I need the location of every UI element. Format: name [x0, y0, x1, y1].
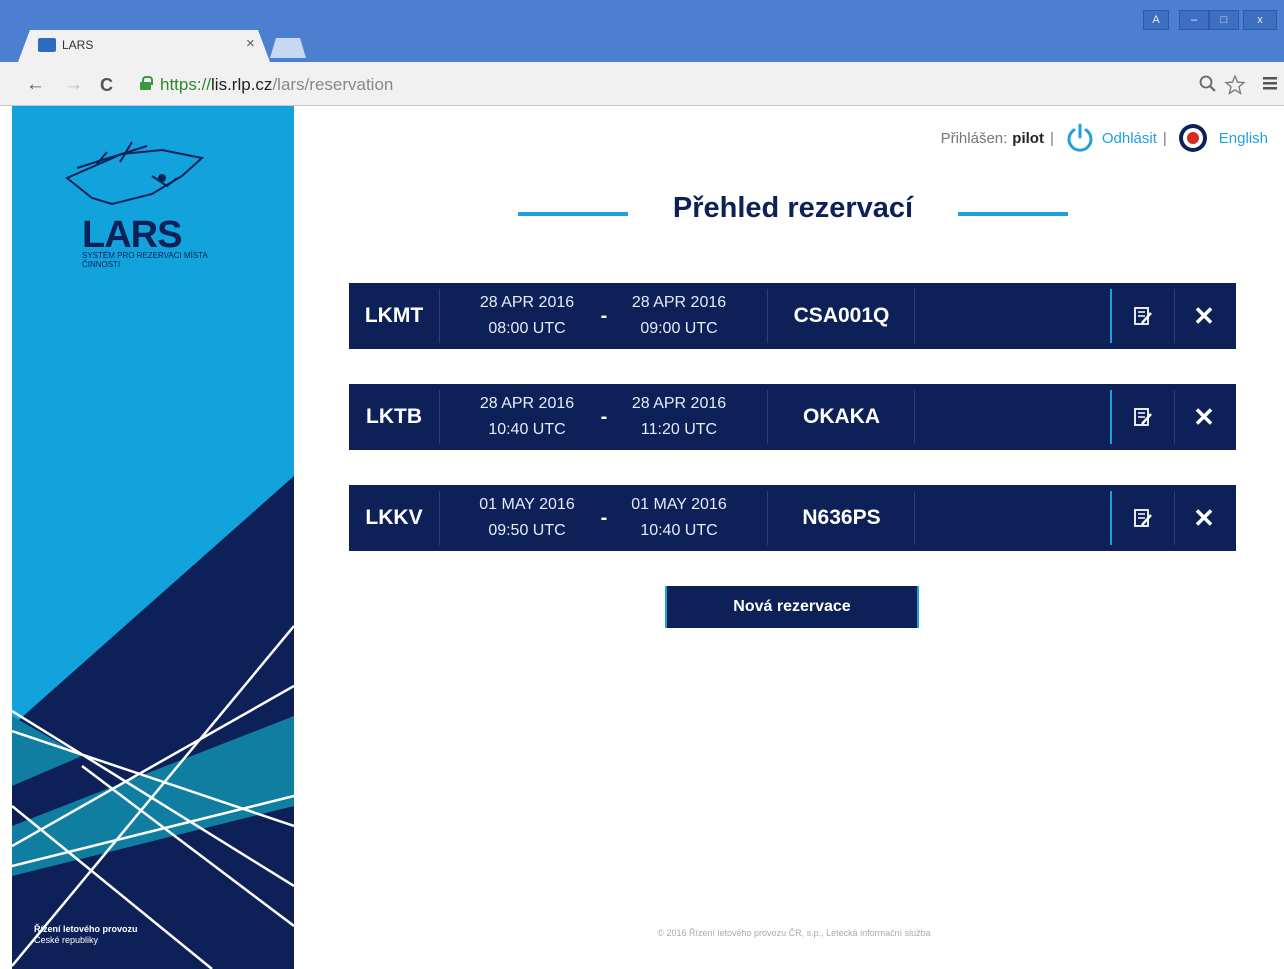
page-heading: Přehled rezervací [518, 192, 1068, 232]
to-date: 28 APR 2016 [631, 294, 727, 311]
star-icon[interactable] [1224, 74, 1246, 101]
maximize-button[interactable]: □ [1209, 10, 1239, 30]
logout-link[interactable]: Odhlásit [1102, 130, 1157, 147]
zoom-icon[interactable] [1198, 74, 1218, 99]
edit-reservation-icon[interactable] [1122, 485, 1164, 551]
reservation-from: 01 MAY 2016 09:50 UTC [452, 485, 602, 551]
browser-titlebar: LARS × A – □ x [0, 0, 1284, 62]
close-window-button[interactable]: x [1243, 10, 1277, 30]
reload-button[interactable]: C [100, 75, 113, 96]
delete-reservation-icon[interactable]: ✕ [1179, 485, 1229, 551]
tab-title: LARS [62, 38, 94, 52]
new-reservation-button[interactable]: Nová rezervace [665, 586, 919, 628]
to-date: 01 MAY 2016 [631, 496, 727, 513]
uk-roundel-flag-icon[interactable] [1177, 122, 1209, 154]
organization-line-1: Řízení letového provozu [34, 924, 138, 934]
to-time: 11:20 UTC [640, 421, 718, 438]
new-tab-button[interactable] [270, 38, 306, 58]
power-icon[interactable] [1064, 122, 1096, 154]
forward-button[interactable]: → [64, 74, 83, 96]
reservation-to: 28 APR 2016 09:00 UTC [604, 283, 754, 349]
lars-favicon-icon [38, 38, 56, 52]
edit-reservation-icon[interactable] [1122, 384, 1164, 450]
url-scheme: https:// [160, 75, 212, 94]
logged-in-label: Přihlášen: [940, 129, 1008, 147]
tab-close-icon[interactable]: × [246, 35, 255, 52]
reservation-to: 28 APR 2016 11:20 UTC [604, 384, 754, 450]
from-time: 08:00 UTC [488, 320, 566, 337]
separator: | [1162, 129, 1167, 147]
reservation-callsign: N636PS [802, 506, 881, 529]
url-host: lis.rlp.cz [211, 75, 273, 94]
reservation-from: 28 APR 2016 10:40 UTC [452, 384, 602, 450]
username: pilot [1012, 129, 1044, 147]
copyright-footer: © 2016 Řízení letového provozu ČR, s.p.,… [657, 928, 931, 938]
reservation-row: LKMT 28 APR 2016 08:00 UTC - 28 APR 2016… [349, 283, 1236, 349]
edit-reservation-icon[interactable] [1122, 283, 1164, 349]
menu-icon[interactable] [1262, 74, 1278, 97]
delete-reservation-icon[interactable]: ✕ [1179, 283, 1229, 349]
from-date: 28 APR 2016 [479, 294, 575, 311]
url-field[interactable]: https://lis.rlp.cz/lars/reservation [134, 70, 1234, 98]
to-date: 28 APR 2016 [631, 395, 727, 412]
reservation-from: 28 APR 2016 08:00 UTC [452, 283, 602, 349]
reservation-airport: LKTB [366, 405, 422, 428]
user-bar: Přihlášen: pilot | Odhlásit | English [941, 120, 1268, 156]
to-time: 09:00 UTC [640, 320, 718, 337]
separator: | [1049, 129, 1054, 147]
from-time: 09:50 UTC [488, 522, 566, 539]
main-content: Přihlášen: pilot | Odhlásit | English Př… [294, 106, 1284, 969]
heading-line-right [958, 212, 1068, 216]
user-profile-button[interactable]: A [1143, 10, 1169, 30]
address-bar: ← → C https://lis.rlp.cz/lars/reservatio… [0, 62, 1284, 106]
reservation-to: 01 MAY 2016 10:40 UTC [604, 485, 754, 551]
minimize-button[interactable]: – [1179, 10, 1209, 30]
reservation-callsign: CSA001Q [793, 304, 890, 327]
from-time: 10:40 UTC [488, 421, 566, 438]
reservation-row: LKTB 28 APR 2016 10:40 UTC - 28 APR 2016… [349, 384, 1236, 450]
reservation-airport: LKMT [364, 304, 424, 327]
reservation-row: LKKV 01 MAY 2016 09:50 UTC - 01 MAY 2016… [349, 485, 1236, 551]
lock-icon [140, 76, 153, 90]
sidebar: LARS Systém pro rezervaci místa činnosti… [12, 106, 294, 969]
url-path: /lars/reservation [272, 75, 394, 94]
page-title: Přehled rezervací [672, 192, 914, 224]
back-button[interactable]: ← [26, 74, 45, 96]
language-link[interactable]: English [1219, 130, 1268, 147]
delete-reservation-icon[interactable]: ✕ [1179, 384, 1229, 450]
reservation-airport: LKKV [365, 506, 423, 529]
organization-line-2: České republiky [34, 935, 99, 945]
to-time: 10:40 UTC [640, 522, 718, 539]
from-date: 01 MAY 2016 [479, 496, 575, 513]
organization-name: Řízení letového provozu České republiky [34, 924, 138, 946]
from-date: 28 APR 2016 [479, 395, 575, 412]
browser-tab[interactable]: LARS × [18, 30, 270, 62]
logo-subtitle: Systém pro rezervaci místa činnosti [82, 251, 208, 269]
reservation-callsign: OKAKA [803, 405, 880, 428]
